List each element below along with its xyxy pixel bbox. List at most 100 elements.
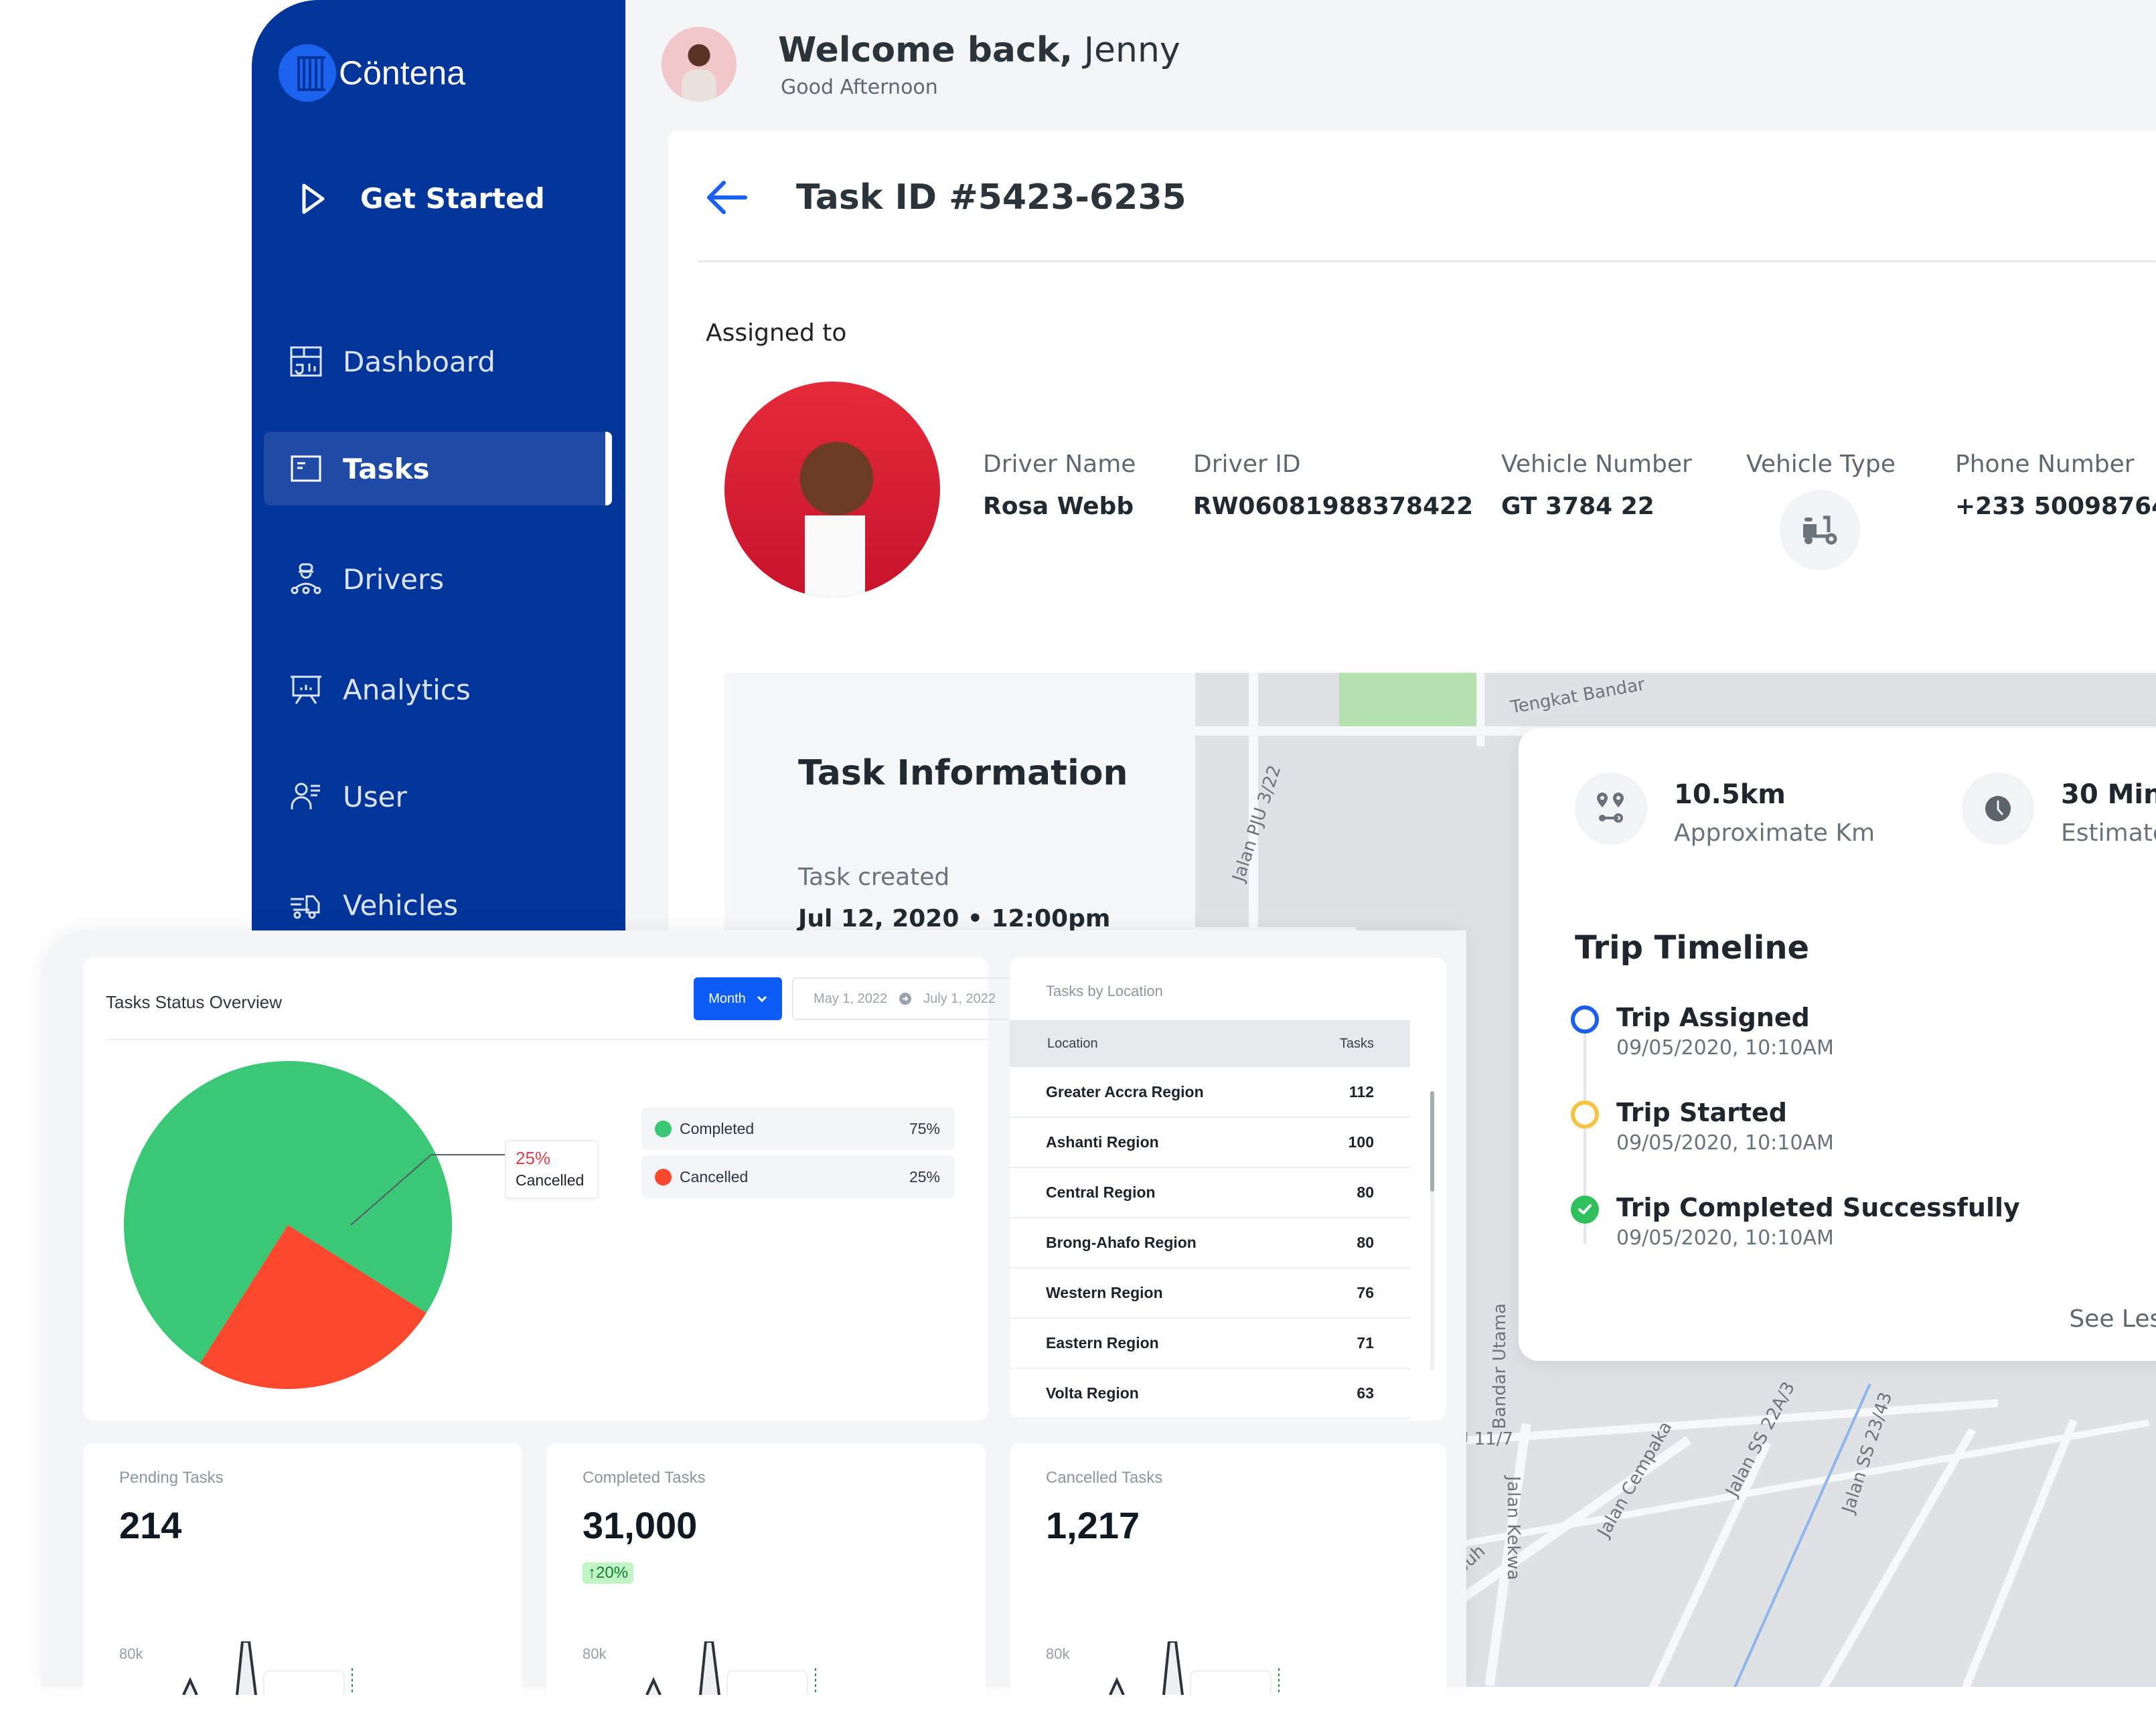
- kpi-sparkline: [1109, 1641, 1280, 1695]
- map-park: [1339, 673, 1480, 726]
- timeline-item-started: Trip Started 09/05/2020, 10:10AM: [1571, 1098, 1834, 1155]
- driver-id-value: RW06081988378422: [1193, 493, 1474, 520]
- vehicle-number-field: Vehicle Number GT 3784 22: [1501, 451, 1692, 520]
- brand-logo[interactable]: Cöntena: [279, 44, 465, 102]
- driver-id-field: Driver ID RW06081988378422: [1193, 451, 1474, 520]
- period-dropdown[interactable]: Month: [694, 977, 782, 1020]
- analytics-panel: Tasks Status Overview Month May 1, 2022 …: [42, 930, 1466, 1711]
- distance-label: Approximate Km: [1674, 819, 1875, 847]
- sidebar-item-label: Dashboard: [343, 345, 495, 378]
- legend-swatch: [655, 1168, 672, 1186]
- kpi-value: 1,217: [1046, 1504, 1140, 1546]
- play-icon: [302, 183, 325, 214]
- duration-label: Estimated: [2061, 819, 2156, 847]
- vehicle-type-badge: [1780, 490, 1860, 570]
- driver-name-value: Rosa Webb: [983, 493, 1134, 520]
- user-avatar[interactable]: [662, 27, 737, 102]
- tasks-by-location-title: Tasks by Location: [1046, 983, 1163, 999]
- distance-stat: 10.5km Approximate Km: [1575, 772, 1875, 847]
- sidebar-item-vehicles[interactable]: Vehicles: [264, 868, 612, 930]
- task-created-label: Task created: [798, 864, 950, 891]
- map-label: Jalan Cempaka: [1594, 1418, 1677, 1541]
- kpi-label: Pending Tasks: [119, 1469, 224, 1487]
- table-row[interactable]: Volta Region 63: [1010, 1368, 1410, 1419]
- callout-leader-line: [350, 1154, 505, 1226]
- sidebar-item-tasks[interactable]: Tasks: [264, 432, 612, 505]
- phone-number-value: +233 500987645: [1955, 493, 2156, 520]
- sidebar: Cöntena Get Started Dashboard Tasks Driv…: [252, 0, 625, 930]
- sidebar-item-drivers[interactable]: Drivers: [264, 542, 612, 616]
- driver-photo: [724, 382, 940, 597]
- date-to: July 1, 2022: [923, 991, 996, 1006]
- kpi-cancelled-tasks: Cancelled Tasks 1,217 80k: [1010, 1443, 1446, 1711]
- location-table: Location Tasks Greater Accra Region 112 A…: [1010, 1020, 1410, 1419]
- back-arrow-icon[interactable]: [705, 179, 749, 216]
- kpi-sparkline: [645, 1641, 816, 1695]
- phone-number-field: Phone Number +233 500987645: [1955, 451, 2156, 520]
- date-range-picker[interactable]: May 1, 2022 July 1, 2022: [792, 977, 1017, 1020]
- header: Welcome back, Jenny Good Afternoon: [662, 27, 1180, 102]
- column-header-location[interactable]: Location: [1010, 1020, 1304, 1067]
- brand-name: Cöntena: [339, 54, 466, 92]
- legend-cancelled: Cancelled 25%: [641, 1155, 955, 1198]
- table-row[interactable]: Greater Accra Region 112: [1010, 1067, 1410, 1118]
- card-divider: [106, 1039, 988, 1040]
- tasks-status-title: Tasks Status Overview: [106, 992, 282, 1012]
- timeline-item-completed: Trip Completed Successfully 09/05/2020, 1…: [1571, 1193, 2020, 1250]
- sidebar-item-dashboard[interactable]: Dashboard: [264, 325, 612, 398]
- tasks-status-card: Tasks Status Overview Month May 1, 2022 …: [83, 957, 1017, 1420]
- get-started-link[interactable]: Get Started: [300, 182, 545, 215]
- legend-swatch: [655, 1120, 672, 1137]
- table-row[interactable]: Central Region 80: [1010, 1167, 1410, 1218]
- sidebar-item-label: User: [343, 780, 407, 813]
- kpi-axis-label: 80k: [119, 1645, 143, 1662]
- table-row[interactable]: Eastern Region 71: [1010, 1318, 1410, 1369]
- task-id-title: Task ID #5423-6235: [796, 177, 1186, 218]
- map-label: Jalan SS 22A/3: [1721, 1378, 1800, 1500]
- kpi-label: Cancelled Tasks: [1046, 1469, 1163, 1487]
- sidebar-item-analytics[interactable]: Analytics: [264, 653, 612, 726]
- greeting-text: Good Afternoon: [781, 75, 938, 99]
- scooter-icon: [1803, 515, 1837, 545]
- vehicle-number-value: GT 3784 22: [1501, 493, 1654, 520]
- clock-icon: [1962, 772, 2034, 845]
- chevron-down-icon: [757, 995, 767, 1003]
- table-scrollbar[interactable]: [1430, 1091, 1434, 1371]
- legend-completed: Completed 75%: [641, 1107, 955, 1150]
- kpi-value: 214: [119, 1504, 182, 1546]
- trip-summary-card: 10.5km Approximate Km 30 Min Estimated T…: [1519, 728, 2156, 1361]
- sidebar-item-label: Vehicles: [343, 888, 459, 922]
- timeline-item-assigned: Trip Assigned 09/05/2020, 10:10AM: [1571, 1003, 1834, 1060]
- check-circle-icon: [1571, 1196, 1599, 1224]
- kpi-sparkline: [182, 1641, 353, 1695]
- assigned-to-label: Assigned to: [706, 319, 847, 347]
- user-icon: [291, 783, 320, 809]
- column-header-tasks[interactable]: Tasks: [1304, 1020, 1410, 1067]
- table-row[interactable]: Brong-Ahafo Region 80: [1010, 1218, 1410, 1269]
- pie-callout: 25% Cancelled: [505, 1140, 599, 1199]
- route-pins-icon: [1575, 772, 1647, 845]
- header-divider: [698, 260, 2156, 262]
- sidebar-item-label: Drivers: [343, 562, 445, 596]
- sidebar-item-user[interactable]: User: [264, 760, 612, 833]
- sidebar-item-label: Analytics: [343, 673, 471, 706]
- table-row[interactable]: Ashanti Region 100: [1010, 1117, 1410, 1168]
- sidebar-item-label: Tasks: [343, 452, 430, 485]
- kpi-label: Completed Tasks: [583, 1469, 706, 1487]
- kpi-value: 31,000: [583, 1504, 698, 1546]
- vehicle-type-field: Vehicle Type: [1746, 451, 1896, 570]
- driver-name-field: Driver Name Rosa Webb: [983, 451, 1136, 520]
- analytics-icon: [291, 675, 321, 704]
- map-label: Bandar Utama: [1490, 1303, 1510, 1429]
- distance-value: 10.5km: [1674, 779, 1786, 810]
- kpi-axis-label: 80k: [583, 1645, 607, 1662]
- truck-icon: [291, 895, 320, 919]
- tasks-icon: [291, 455, 321, 482]
- kpi-pending-tasks: Pending Tasks 214 80k: [83, 1443, 522, 1711]
- scrollbar-thumb[interactable]: [1430, 1091, 1434, 1192]
- status-ring-icon: [1571, 1005, 1599, 1034]
- duration-stat: 30 Min Estimated: [1962, 772, 2156, 847]
- task-information-title: Task Information: [798, 753, 1128, 793]
- table-row[interactable]: Western Region 76: [1010, 1268, 1410, 1319]
- see-less-link[interactable]: See Less: [2069, 1305, 2156, 1333]
